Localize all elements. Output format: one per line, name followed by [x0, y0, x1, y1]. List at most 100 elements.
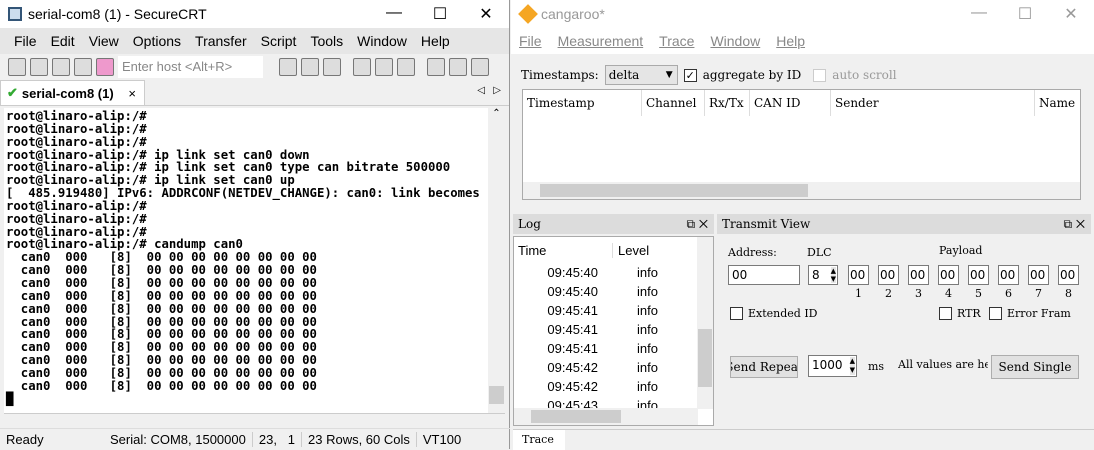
- aggregate-checkbox[interactable]: ✓: [683, 68, 697, 82]
- payload-index-label: 2: [885, 287, 892, 300]
- cg-title-bar: cangaroo* — ☐ ✕: [511, 0, 1094, 28]
- payload-byte-5-input[interactable]: 00: [968, 265, 989, 285]
- tab-trace[interactable]: Trace: [513, 430, 565, 450]
- payload-byte-4-input[interactable]: 00: [938, 265, 959, 285]
- address-input[interactable]: 00: [728, 265, 800, 285]
- menu-tools[interactable]: Tools: [303, 33, 350, 49]
- payload-byte-7-input[interactable]: 00: [1028, 265, 1049, 285]
- menu-help[interactable]: Help: [414, 33, 457, 49]
- reconnect-icon[interactable]: [74, 58, 92, 76]
- terminal-line: can0 000 [8] 00 00 00 00 00 00 00 00: [6, 275, 317, 290]
- timestamps-select[interactable]: delta ▼: [604, 65, 678, 85]
- col-canid[interactable]: CAN ID: [750, 90, 831, 116]
- cg-menu-help[interactable]: Help: [768, 33, 813, 49]
- log-row[interactable]: 09:45:42 info: [514, 377, 713, 396]
- dock-float-close-icon[interactable]: ⧉ ✕: [1063, 217, 1091, 232]
- terminal-hscroll[interactable]: [4, 413, 505, 425]
- terminal-line: root@linaro-alip:/#: [6, 198, 147, 213]
- keymap-icon[interactable]: [471, 58, 489, 76]
- minimize-button[interactable]: —: [371, 4, 417, 24]
- menu-window[interactable]: Window: [350, 33, 414, 49]
- tab-close-icon[interactable]: ×: [128, 86, 136, 101]
- cg-close-button[interactable]: ✕: [1048, 4, 1094, 24]
- col-channel[interactable]: Channel: [642, 90, 705, 116]
- error-frame-label: Error Frame: [1007, 307, 1071, 320]
- cg-maximize-button[interactable]: ☐: [1002, 4, 1048, 24]
- log-dock-title: Log ⧉ ✕: [513, 214, 714, 234]
- payload-byte-8-input[interactable]: 00: [1058, 265, 1079, 285]
- log-time: 09:45:42: [547, 360, 598, 375]
- cg-menu-measurement[interactable]: Measurement: [550, 33, 652, 49]
- payload-byte-2-input[interactable]: 00: [878, 265, 899, 285]
- rtr-checkbox[interactable]: [939, 307, 952, 320]
- connect-icon[interactable]: [8, 58, 26, 76]
- payload-byte-3-input[interactable]: 00: [908, 265, 929, 285]
- col-time[interactable]: Time: [514, 242, 613, 258]
- find-icon[interactable]: [323, 58, 341, 76]
- menu-options[interactable]: Options: [126, 33, 188, 49]
- dlc-spinbox[interactable]: 8 ▲ ▼: [808, 265, 838, 285]
- cg-menu-trace[interactable]: Trace: [651, 33, 702, 49]
- log-row[interactable]: 09:45:42 info: [514, 358, 713, 377]
- trace-table[interactable]: Timestamp Channel Rx/Tx CAN ID Sender Na…: [522, 89, 1081, 200]
- log-row[interactable]: 09:45:41 info: [514, 320, 713, 339]
- log-row[interactable]: 09:45:40 info: [514, 282, 713, 301]
- scroll-thumb[interactable]: [489, 386, 504, 404]
- scroll-thumb[interactable]: [540, 184, 808, 197]
- col-name[interactable]: Name: [1035, 90, 1075, 116]
- spin-arrows-icon[interactable]: ▲ ▼: [849, 357, 855, 375]
- send-repeat-button[interactable]: Send Repeat: [730, 356, 798, 378]
- paste-icon[interactable]: [301, 58, 319, 76]
- menu-transfer[interactable]: Transfer: [188, 33, 254, 49]
- log-hscroll[interactable]: [514, 408, 698, 425]
- interval-spinbox[interactable]: 1000 ▲ ▼: [808, 355, 857, 377]
- print-selection-icon[interactable]: [375, 58, 393, 76]
- cg-menu-window[interactable]: Window: [702, 33, 768, 49]
- maximize-button[interactable]: ☐: [417, 4, 463, 24]
- print-icon[interactable]: [397, 58, 415, 76]
- send-single-button[interactable]: Send Single: [991, 355, 1079, 379]
- menu-edit[interactable]: Edit: [44, 33, 82, 49]
- extended-id-checkbox[interactable]: [730, 307, 743, 320]
- col-sender[interactable]: Sender: [831, 90, 1035, 116]
- menu-view[interactable]: View: [82, 33, 126, 49]
- menu-file[interactable]: File: [0, 33, 44, 49]
- col-rxtx[interactable]: Rx/Tx: [705, 90, 750, 116]
- scroll-thumb[interactable]: [698, 329, 712, 387]
- host-input[interactable]: Enter host <Alt+R>: [118, 56, 263, 78]
- connect-tab-icon[interactable]: [52, 58, 70, 76]
- col-level[interactable]: Level: [613, 243, 649, 258]
- disconnect-icon[interactable]: [96, 58, 114, 76]
- error-frame-checkbox[interactable]: [989, 307, 1002, 320]
- tab-scroll-left-icon[interactable]: ◁: [477, 85, 485, 96]
- cg-window-title: cangaroo*: [541, 6, 605, 22]
- log-row[interactable]: 09:45:40 info: [514, 263, 713, 282]
- menu-script[interactable]: Script: [254, 33, 304, 49]
- payload-byte-6-input[interactable]: 00: [998, 265, 1019, 285]
- terminal-scrollbar[interactable]: ⌃: [488, 108, 505, 413]
- spin-arrows-icon[interactable]: ▲ ▼: [830, 267, 836, 283]
- cg-minimize-button[interactable]: —: [956, 4, 1002, 24]
- log-vscroll[interactable]: [697, 237, 713, 409]
- dock-float-close-icon[interactable]: ⧉ ✕: [686, 217, 714, 232]
- quick-connect-icon[interactable]: [30, 58, 48, 76]
- trace-hscroll[interactable]: [523, 182, 1080, 199]
- close-button[interactable]: ✕: [463, 4, 509, 24]
- payload-byte-1-input[interactable]: 00: [848, 265, 869, 285]
- print-screen-icon[interactable]: [353, 58, 371, 76]
- log-row[interactable]: 09:45:41 info: [514, 301, 713, 320]
- session-options-icon[interactable]: [427, 58, 445, 76]
- scroll-thumb[interactable]: [531, 410, 621, 423]
- autoscroll-checkbox[interactable]: [813, 68, 827, 82]
- log-time: 09:45:41: [547, 341, 598, 356]
- tab-scroll-right-icon[interactable]: ▷: [493, 85, 501, 96]
- col-timestamp[interactable]: Timestamp: [523, 90, 642, 116]
- log-table[interactable]: Time Level 09:45:40 info 09:45:40 info 09:45…: [513, 236, 714, 426]
- sftp-icon[interactable]: [449, 58, 467, 76]
- cg-menu-file[interactable]: File: [511, 33, 550, 49]
- copy-icon[interactable]: [279, 58, 297, 76]
- terminal-output[interactable]: root@linaro-alip:/# root@linaro-alip:/# ro…: [4, 108, 488, 413]
- log-row[interactable]: 09:45:41 info: [514, 339, 713, 358]
- toolbar: Enter host <Alt+R>: [0, 54, 509, 80]
- tab-serial-com8[interactable]: ✔ serial-com8 (1) ×: [0, 80, 145, 105]
